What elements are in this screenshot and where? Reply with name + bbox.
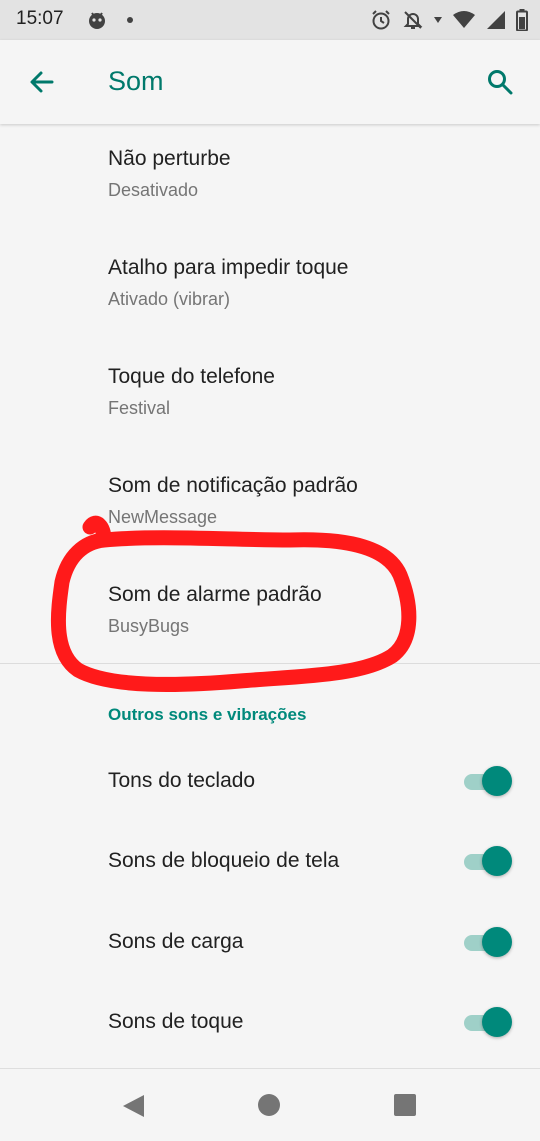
switch-item-tons-teclado[interactable]: Tons do teclado bbox=[0, 741, 540, 821]
triangle-back-icon bbox=[123, 1095, 144, 1117]
pref-summary: NewMessage bbox=[108, 507, 218, 527]
switch-label: Sons de bloqueio de tela bbox=[108, 849, 340, 872]
toggle-switch[interactable] bbox=[464, 1007, 512, 1037]
page-title: Som bbox=[108, 66, 164, 96]
back-button[interactable] bbox=[22, 62, 62, 102]
pref-title: Som de notificação padrão bbox=[108, 474, 358, 497]
pref-title: Não perturbe bbox=[108, 147, 231, 170]
alarm-icon bbox=[370, 9, 392, 31]
app-bar: Som bbox=[0, 40, 540, 124]
toggle-switch[interactable] bbox=[464, 846, 512, 876]
data-arrow-icon bbox=[434, 15, 442, 25]
pref-summary: Desativado bbox=[108, 180, 199, 200]
pref-som-notificacao[interactable]: Som de notificação padrão NewMessage bbox=[0, 452, 540, 561]
switch-thumb bbox=[482, 927, 512, 957]
preference-list: Não perturbe Desativado Atalho para impe… bbox=[0, 125, 540, 670]
nav-recents-button[interactable] bbox=[394, 1094, 416, 1116]
dot-icon bbox=[126, 16, 134, 24]
switch-item-bloqueio-tela[interactable]: Sons de bloqueio de tela bbox=[0, 821, 540, 901]
switch-thumb bbox=[482, 846, 512, 876]
pref-summary: Festival bbox=[108, 398, 171, 418]
navigation-bar bbox=[0, 1068, 540, 1141]
toggle-switch[interactable] bbox=[464, 927, 512, 957]
switch-label: Sons de carga bbox=[108, 930, 244, 953]
switch-thumb bbox=[482, 1007, 512, 1037]
pref-title: Atalho para impedir toque bbox=[108, 256, 349, 279]
bug-icon bbox=[86, 9, 108, 31]
arrow-back-icon bbox=[28, 68, 56, 96]
signal-icon bbox=[486, 10, 506, 30]
section-divider bbox=[0, 663, 540, 664]
switch-thumb bbox=[482, 766, 512, 796]
pref-atalho-impedir-toque[interactable]: Atalho para impedir toque Ativado (vibra… bbox=[0, 234, 540, 343]
wifi-icon bbox=[452, 10, 476, 30]
switch-label: Sons de toque bbox=[108, 1010, 244, 1033]
nav-home-button[interactable] bbox=[258, 1094, 280, 1116]
switch-item-sons-carga[interactable]: Sons de carga bbox=[0, 902, 540, 982]
notifications-off-icon bbox=[402, 9, 424, 31]
status-time: 15:07 bbox=[16, 8, 64, 29]
pref-toque-telefone[interactable]: Toque do telefone Festival bbox=[0, 343, 540, 452]
switch-label: Tons do teclado bbox=[108, 769, 256, 792]
section-header: Outros sons e vibrações bbox=[108, 705, 307, 724]
switch-item-sons-toque[interactable]: Sons de toque bbox=[0, 982, 540, 1062]
toggle-switch[interactable] bbox=[464, 766, 512, 796]
pref-title: Toque do telefone bbox=[108, 365, 275, 388]
status-bar: 15:07 bbox=[0, 0, 540, 40]
search-button[interactable] bbox=[480, 62, 520, 102]
pref-summary: Ativado (vibrar) bbox=[108, 289, 231, 309]
battery-icon bbox=[516, 9, 528, 31]
pref-summary: BusyBugs bbox=[108, 616, 190, 636]
search-icon bbox=[486, 68, 514, 96]
pref-nao-perturbe[interactable]: Não perturbe Desativado bbox=[0, 125, 540, 234]
nav-back-button[interactable] bbox=[120, 1093, 146, 1124]
pref-som-alarme[interactable]: Som de alarme padrão BusyBugs bbox=[0, 561, 540, 670]
pref-title: Som de alarme padrão bbox=[108, 583, 322, 606]
